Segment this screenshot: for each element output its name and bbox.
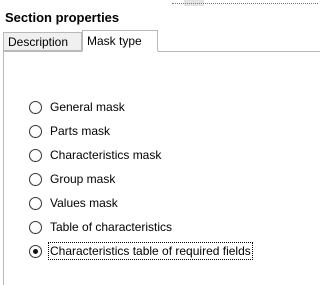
radio-label: Parts mask [50,124,111,138]
radio-option-parts-mask[interactable]: Parts mask [29,119,251,143]
radio-button[interactable] [29,196,42,210]
radio-button[interactable] [29,148,42,162]
radio-option-group-mask[interactable]: Group mask [29,167,251,191]
tab-strip: Description Mask type [3,30,318,52]
tab-mask-type[interactable]: Mask type [82,30,158,52]
panel-title: Section properties [5,10,120,25]
dotted-divider [172,3,318,4]
radio-option-values-mask[interactable]: Values mask [29,191,251,215]
tab-description[interactable]: Description [3,32,82,51]
radio-option-characteristics-mask[interactable]: Characteristics mask [29,143,251,167]
radio-label: Values mask [50,196,118,210]
radio-label: Characteristics table of required fields [48,242,253,260]
radio-button[interactable] [29,124,42,138]
radio-label: Characteristics mask [50,148,162,162]
mask-type-radio-group: General mask Parts mask Characteristics … [29,95,253,263]
radio-label: General mask [50,100,125,114]
tab-content-mask-type: General mask Parts mask Characteristics … [3,51,320,285]
radio-button-selected[interactable] [29,244,42,258]
radio-label: Group mask [50,172,116,186]
section-properties-panel: Section properties Description Mask type… [0,7,320,285]
radio-label: Table of characteristics [50,220,173,234]
radio-option-table-of-characteristics[interactable]: Table of characteristics [29,215,251,239]
radio-option-general-mask[interactable]: General mask [29,95,251,119]
radio-button[interactable] [29,100,42,114]
radio-button[interactable] [29,220,42,234]
radio-option-characteristics-table-required[interactable]: Characteristics table of required fields [29,239,253,263]
radio-button[interactable] [29,172,42,186]
